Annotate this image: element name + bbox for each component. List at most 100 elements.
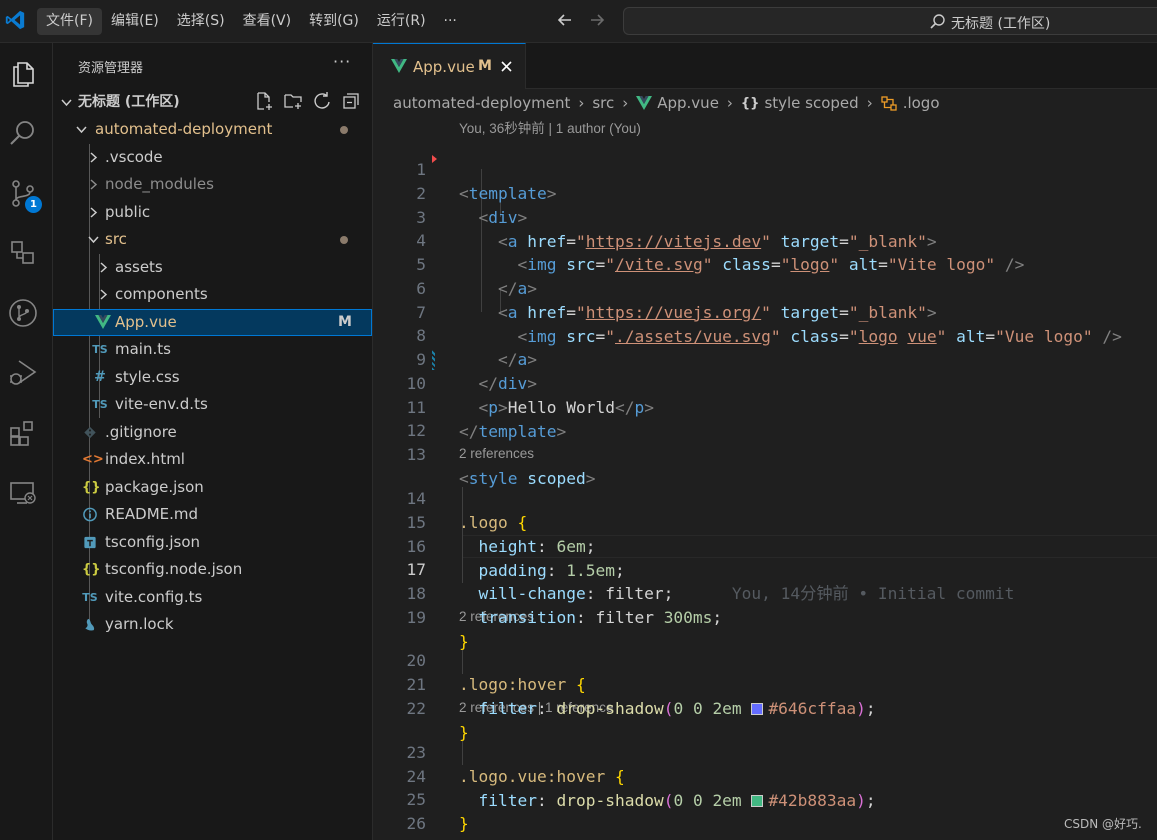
tree-item-label: public	[105, 203, 151, 221]
vscode-logo-icon[interactable]	[4, 9, 26, 31]
command-center-label: 无标题 (工作区)	[951, 16, 1051, 32]
code-line: 4 <img src="/vite.svg" class="logo" alt=…	[373, 205, 1157, 274]
tree-item-vite-config-ts[interactable]: TS vite.config.ts	[53, 584, 372, 611]
info-file-icon	[83, 507, 97, 522]
menu-edit[interactable]: 编辑(E)	[102, 8, 168, 35]
chevron-right-icon: ›	[622, 94, 629, 112]
codelens-blame[interactable]: You, 36秒钟前 | 1 author (You)	[459, 117, 641, 136]
code-line: 7 <img src="./assets/vue.svg" class="log…	[373, 277, 1157, 346]
tree-item-main-ts[interactable]: TS main.ts	[53, 336, 372, 363]
new-folder-icon[interactable]	[283, 91, 303, 111]
tree-item-gitignore[interactable]: .gitignore	[53, 419, 372, 446]
code-line: 9 </div>	[373, 324, 1157, 393]
json-file-icon: {}	[82, 480, 101, 495]
menu-view[interactable]: 查看(V)	[234, 8, 301, 35]
menu-go[interactable]: 转到(G)	[300, 8, 368, 35]
chevron-down-icon	[88, 236, 99, 244]
tree-item-label: .gitignore	[105, 423, 177, 441]
extensions-icon[interactable]	[6, 416, 40, 450]
breadcrumb-item[interactable]: automated-deployment	[393, 94, 570, 112]
tree-item-label: src	[105, 230, 127, 248]
chevron-right-icon	[90, 207, 98, 218]
code-line: 6 <a href="https://vuejs.org/" target="_…	[373, 253, 1157, 322]
git-graph-icon[interactable]	[6, 296, 40, 330]
tree-item-index-html[interactable]: <> index.html	[53, 446, 372, 473]
code-line: 23 .logo.vue:hover {	[373, 717, 1157, 786]
menu-run[interactable]: 运行(R)	[368, 8, 435, 35]
tree-item-vscode[interactable]: .vscode	[53, 144, 372, 171]
tree-item-public[interactable]: public	[53, 199, 372, 226]
tree-item-tsconfig-json[interactable]: tsconfig.json	[53, 529, 372, 556]
tree-item-tsconfig-node-json[interactable]: {} tsconfig.node.json	[53, 556, 372, 583]
code-line: 22 }	[373, 673, 1157, 742]
menu-bar: 文件(F) 编辑(E) 选择(S) 查看(V) 转到(G) 运行(R) ···	[37, 8, 466, 35]
breadcrumb-item[interactable]: src	[592, 94, 614, 112]
menu-selection[interactable]: 选择(S)	[168, 8, 234, 35]
code-line: 2 <div>	[373, 158, 1157, 227]
modified-dot	[340, 126, 348, 134]
explorer-icon[interactable]	[6, 56, 40, 90]
tsconfig-file-icon	[84, 536, 96, 549]
tab-app-vue[interactable]: App.vue M	[373, 43, 526, 89]
tree-item-package-json[interactable]: {} package.json	[53, 474, 372, 501]
collapse-all-icon[interactable]	[341, 91, 361, 111]
code-line: 19 }	[373, 582, 1157, 651]
tree-item-label: tsconfig.json	[105, 533, 201, 551]
close-icon[interactable]	[499, 59, 514, 74]
sidebar-more-button[interactable]: ···	[333, 52, 351, 71]
css-selector-icon	[881, 95, 897, 111]
code-line: 5 </a>	[373, 229, 1157, 298]
chevron-down-icon	[61, 99, 72, 107]
code-line: 15 height: 6em;	[373, 487, 1157, 556]
watermark: CSDN @好巧.	[1064, 817, 1142, 831]
chevron-right-icon: ›	[726, 94, 733, 112]
vue-file-icon	[636, 96, 653, 110]
workspace-actions	[254, 91, 361, 111]
color-swatch[interactable]	[751, 702, 764, 715]
new-file-icon[interactable]	[254, 91, 274, 111]
tree-item-style-css[interactable]: # style.css	[53, 364, 372, 391]
tree-item-automated-deployment[interactable]: automated-deployment	[53, 116, 372, 143]
git-status-badge: M	[338, 314, 352, 330]
explorer-sidebar: 资源管理器 ··· 无标题 (工作区) automated-deployment…	[53, 43, 373, 840]
tree-item-label: assets	[115, 258, 163, 276]
chevron-right-icon: ›	[866, 94, 873, 112]
tree-item-vite-env-d-ts[interactable]: TS vite-env.d.ts	[53, 391, 372, 418]
back-arrow-icon[interactable]	[555, 10, 575, 30]
tree-item-label: yarn.lock	[105, 615, 174, 633]
tree-item-components[interactable]: components	[53, 281, 372, 308]
command-center[interactable]: 无标题 (工作区)	[623, 7, 1157, 35]
code-editor[interactable]: You, 36秒钟前 | 1 author (You) 2 references…	[373, 115, 1157, 840]
tree-item-src[interactable]: src	[53, 226, 372, 253]
tree-item-node-modules[interactable]: node_modules	[53, 171, 372, 198]
tree-item-label: components	[115, 285, 208, 303]
breadcrumb-item[interactable]: style scoped	[764, 94, 858, 112]
tree-item-yarn-lock[interactable]: yarn.lock	[53, 611, 372, 638]
code-line: 24 filter: drop-shadow(0 0 2em #42b883aa…	[373, 741, 1157, 810]
forward-arrow-icon[interactable]	[587, 10, 607, 30]
yarn-file-icon	[85, 618, 95, 631]
source-control-badge: 1	[25, 196, 42, 213]
remote-explorer-icon[interactable]	[6, 236, 40, 270]
code-line: 12	[373, 395, 1157, 440]
tree-item-label: vite-env.d.ts	[115, 395, 208, 413]
tree-item-app-vue[interactable]: App.vue M	[53, 309, 372, 336]
tree-item-label: vite.config.ts	[105, 588, 203, 606]
code-line: 18 transition: filter 300ms;	[373, 558, 1157, 627]
run-debug-icon[interactable]	[6, 356, 40, 390]
breadcrumb-item[interactable]: .logo	[903, 94, 940, 112]
workspace-name: 无标题 (工作区)	[78, 94, 180, 110]
tree-item-readme-md[interactable]: README.md	[53, 501, 372, 528]
search-icon	[930, 14, 945, 29]
refresh-icon[interactable]	[312, 91, 332, 111]
remote-monitor-icon[interactable]	[6, 476, 40, 510]
vue-file-icon	[95, 315, 111, 329]
code-line: 25 }	[373, 764, 1157, 833]
codelens-references[interactable]: 2 references	[459, 446, 534, 464]
menu-file[interactable]: 文件(F)	[37, 8, 102, 35]
vue-file-icon	[391, 59, 407, 73]
breadcrumb-item[interactable]: App.vue	[657, 94, 719, 112]
menu-more[interactable]: ···	[435, 8, 466, 35]
search-icon[interactable]	[6, 116, 40, 150]
tree-item-assets[interactable]: assets	[53, 254, 372, 281]
